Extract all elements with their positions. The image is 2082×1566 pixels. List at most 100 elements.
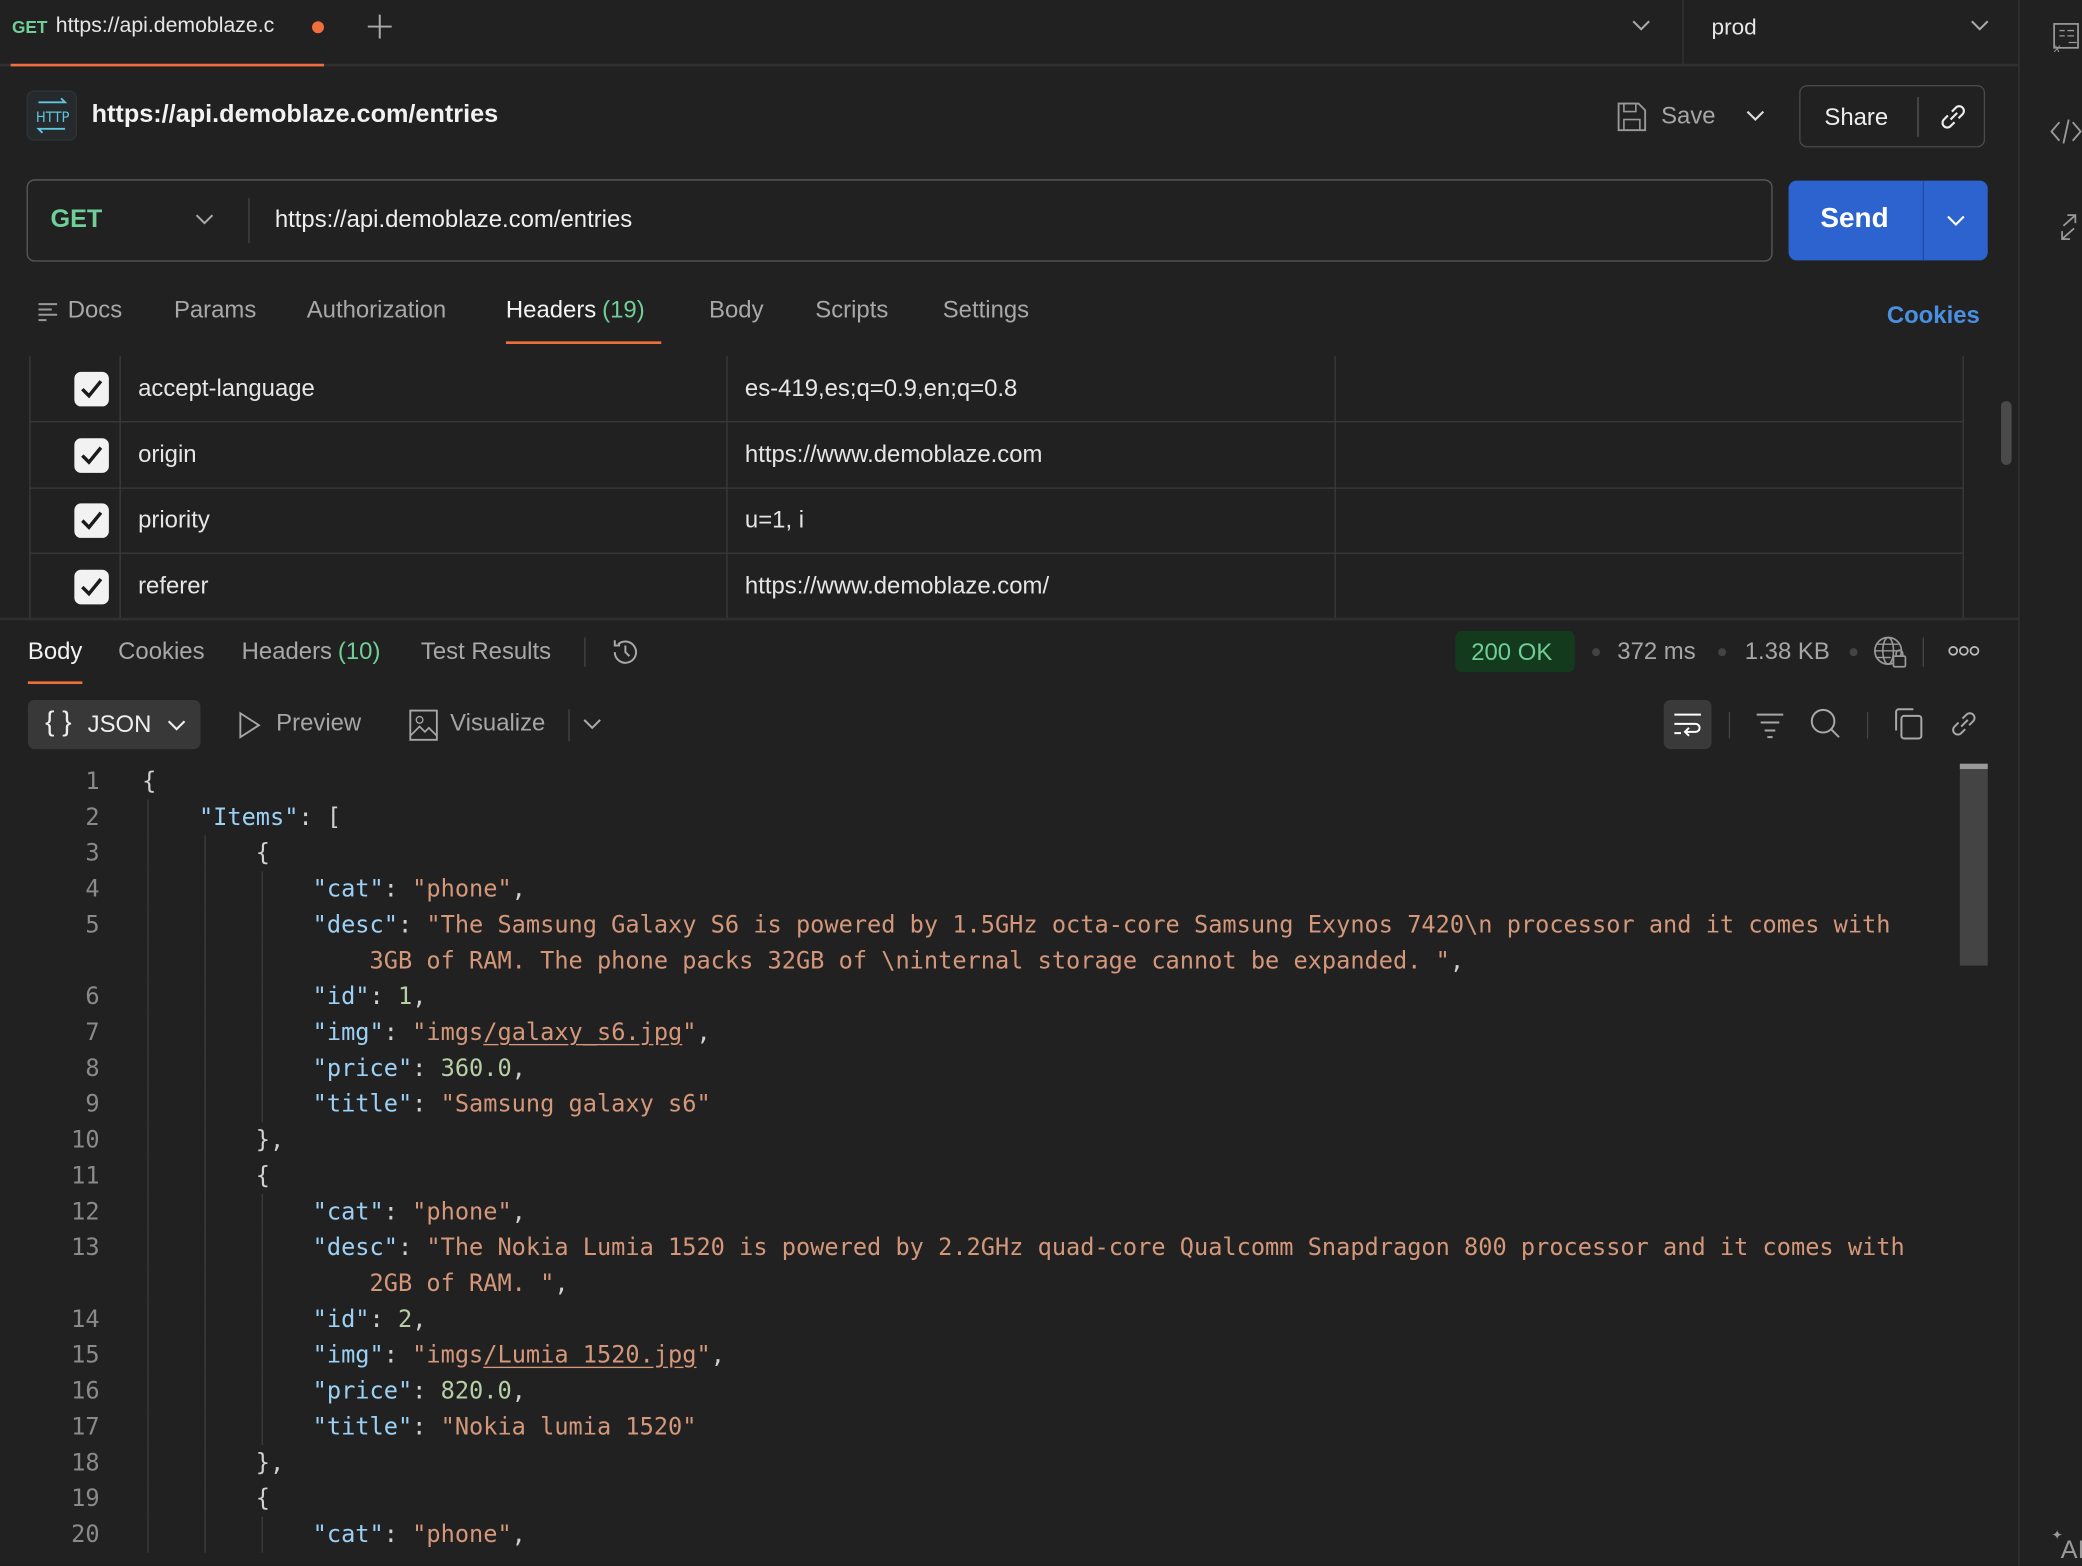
share-label: Share (1824, 104, 1888, 132)
response-tab-cookies[interactable]: Cookies (118, 638, 204, 666)
history-icon[interactable] (609, 636, 641, 668)
code-text: "cat": "phone", (142, 1194, 526, 1230)
code-line: 11 { (0, 1158, 1952, 1194)
copy-link-icon[interactable] (1948, 708, 1980, 740)
network-globe-lock-icon[interactable] (1872, 635, 1909, 670)
response-time[interactable]: 372 ms (1617, 638, 1695, 666)
code-line: 4 "cat": "phone", (0, 871, 1952, 907)
header-key[interactable]: priority (138, 506, 210, 534)
tab-scripts[interactable]: Scripts (815, 296, 888, 324)
code-token: , (412, 1306, 426, 1334)
header-value[interactable]: https://www.demoblaze.com (745, 440, 1043, 468)
header-description-cell[interactable] (1334, 488, 1335, 554)
environment-label: prod (1712, 15, 1757, 42)
code-token: "The Nokia Lumia 1520 is powered by 2.2G… (426, 1234, 1904, 1262)
variables-icon[interactable]: x (2051, 21, 2082, 53)
code-token: , (512, 875, 526, 903)
format-select[interactable]: { } JSON (28, 700, 201, 749)
code-line: 10 }, (0, 1122, 1952, 1158)
code-text: "price": 820.0, (142, 1373, 526, 1409)
cell-border (1963, 356, 1964, 422)
url-input[interactable] (275, 199, 1736, 239)
save-options-chevron-icon[interactable] (1746, 109, 1765, 122)
tab-params[interactable]: Params (174, 296, 256, 324)
code-token: "imgs (412, 1341, 483, 1369)
code-text: { (142, 764, 156, 800)
status-badge[interactable]: 200 OK (1455, 631, 1575, 672)
header-key[interactable]: accept-language (138, 375, 315, 403)
line-number: 7 (0, 1015, 100, 1051)
response-size[interactable]: 1.38 KB (1745, 638, 1830, 666)
chevron-down-icon (1970, 19, 1989, 32)
divider (568, 709, 569, 741)
header-key[interactable]: origin (138, 440, 196, 468)
method-label: GET (50, 206, 102, 235)
header-enabled-checkbox[interactable] (74, 438, 109, 473)
code-token: "id" (313, 1306, 370, 1334)
code-token: "phone" (412, 1198, 512, 1226)
header-enabled-checkbox[interactable] (74, 504, 109, 539)
filter-icon[interactable] (1755, 712, 1784, 739)
url-bar: GET (27, 179, 1773, 261)
code-token: : (398, 1234, 426, 1262)
tab-headers[interactable]: Headers (19) (506, 296, 661, 344)
code-text: { (142, 1158, 270, 1194)
code-token: , (512, 1055, 526, 1083)
line-number: 4 (0, 871, 100, 907)
save-button[interactable]: Save (1616, 98, 1722, 135)
response-tab-test-results[interactable]: Test Results (421, 638, 551, 666)
request-title[interactable]: https://api.demoblaze.com/entries (92, 101, 499, 130)
headers-scrollbar[interactable] (2001, 401, 2012, 465)
visualize-options-chevron-icon[interactable] (583, 717, 602, 730)
response-body-editor[interactable]: 1{2 "Items": [3 {4 "cat": "phone",5 "des… (0, 764, 1952, 1553)
response-tab-headers[interactable]: Headers (10) (242, 638, 381, 666)
code-text: "id": 2, (142, 1302, 426, 1338)
cell-border (1963, 422, 1964, 488)
header-enabled-checkbox[interactable] (74, 372, 109, 407)
request-tab[interactable]: GET https://api.demoblaze.c (11, 0, 324, 66)
tab-body[interactable]: Body (709, 296, 763, 324)
code-token: 360.0 (441, 1055, 512, 1083)
send-options-chevron-icon[interactable] (1947, 214, 1966, 227)
code-icon[interactable] (2050, 118, 2082, 145)
editor-scrollbar[interactable] (1960, 764, 1988, 966)
tab-authorization[interactable]: Authorization (307, 296, 447, 324)
tabs-overflow-chevron-icon[interactable] (1632, 19, 1651, 32)
search-icon[interactable] (1810, 708, 1842, 740)
more-options-icon[interactable] (1948, 644, 1980, 657)
wrap-lines-button[interactable] (1664, 700, 1712, 749)
line-number: 6 (0, 979, 100, 1015)
tab-settings[interactable]: Settings (943, 296, 1029, 324)
cell-border (29, 554, 30, 620)
code-line: 5 "desc": "The Samsung Galaxy S6 is powe… (0, 907, 1952, 943)
code-line: 18 }, (0, 1445, 1952, 1481)
code-token: : [ (298, 804, 341, 832)
header-value[interactable]: es-419,es;q=0.9,en;q=0.8 (745, 375, 1017, 403)
header-description-cell[interactable] (1334, 422, 1335, 488)
header-enabled-checkbox[interactable] (74, 570, 109, 605)
docs-icon (37, 302, 58, 323)
environment-select[interactable]: prod (1684, 0, 2019, 64)
line-number: 13 (0, 1230, 100, 1266)
header-description-cell[interactable] (1334, 554, 1335, 620)
code-token: "id" (313, 983, 370, 1011)
divider (1867, 712, 1868, 739)
header-key[interactable]: referer (138, 572, 208, 600)
response-tab-body[interactable]: Body (28, 638, 82, 684)
header-value[interactable]: https://www.demoblaze.com/ (745, 572, 1049, 600)
code-text: "title": "Samsung galaxy s6" (142, 1086, 711, 1122)
send-button[interactable]: Send (1789, 181, 1988, 261)
method-select[interactable]: GET (28, 181, 248, 259)
code-text: "img": "imgs/galaxy_s6.jpg", (142, 1015, 711, 1051)
copy-icon[interactable] (1893, 708, 1925, 740)
divider (1917, 97, 1918, 137)
code-token: , (696, 1019, 710, 1047)
new-tab-icon[interactable] (366, 13, 393, 40)
collapse-arrows-icon[interactable] (2057, 214, 2081, 241)
divider (1729, 712, 1730, 739)
header-description-cell[interactable] (1334, 356, 1335, 422)
cookies-link[interactable]: Cookies (1887, 302, 1980, 330)
share-button[interactable]: Share (1799, 85, 1985, 147)
header-value[interactable]: u=1, i (745, 506, 804, 534)
preview-label: Preview (276, 709, 361, 737)
